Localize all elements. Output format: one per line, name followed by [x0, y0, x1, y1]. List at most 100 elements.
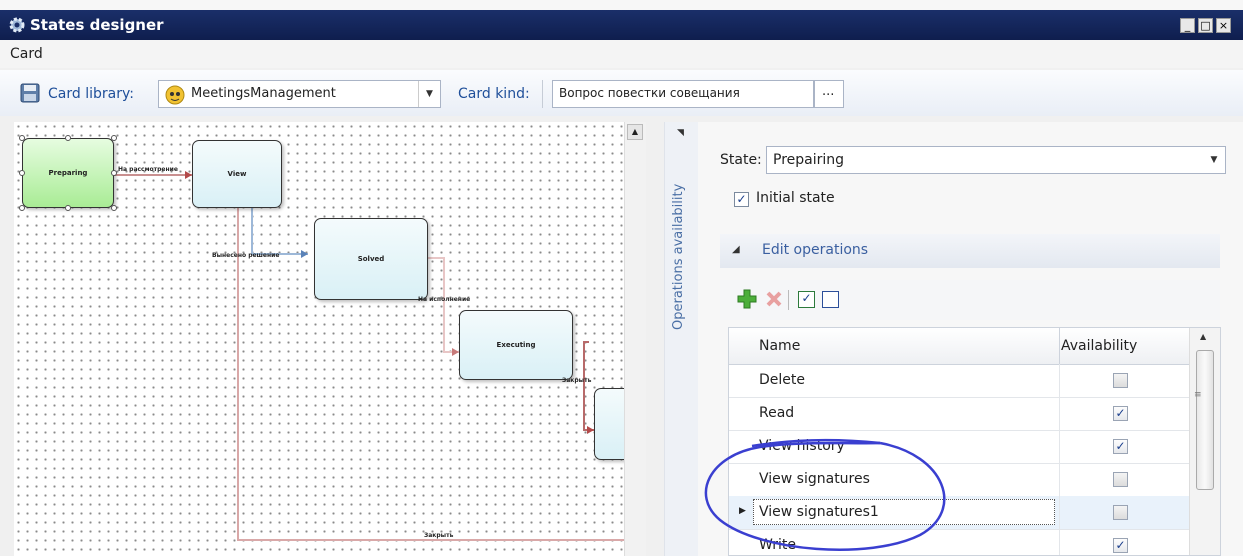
availability-checkbox[interactable]: ✓ — [1113, 406, 1128, 421]
card-library-value: MeetingsManagement — [191, 86, 336, 101]
operation-name: Write — [759, 537, 796, 553]
availability-checkbox[interactable]: ✓ — [1113, 439, 1128, 454]
arrow-icon — [587, 426, 594, 434]
gear-icon — [9, 17, 25, 33]
column-divider — [1059, 430, 1060, 463]
state-value: Prepairing — [773, 152, 845, 168]
resize-handle[interactable] — [65, 135, 71, 141]
operation-name: View history — [759, 438, 845, 454]
column-divider — [1059, 328, 1060, 364]
splitter[interactable] — [646, 122, 664, 556]
resize-handle[interactable] — [19, 170, 25, 176]
table-row[interactable]: View history ✓ — [729, 430, 1189, 464]
arrow-icon — [301, 250, 308, 258]
resize-handle[interactable] — [65, 205, 71, 211]
window-title: States designer — [30, 16, 164, 34]
arrow-icon — [185, 171, 192, 179]
transition-label: Вынесено решение — [212, 252, 280, 259]
uncheck-all-icon[interactable] — [822, 291, 839, 308]
delete-icon[interactable] — [764, 289, 784, 309]
card-kind-field[interactable]: Вопрос повестки совещания — [552, 80, 814, 108]
state-node-executing[interactable]: Executing — [459, 310, 573, 380]
arrow-icon — [452, 348, 459, 356]
column-divider — [1059, 463, 1060, 496]
card-kind-browse-button[interactable]: ... — [814, 80, 844, 108]
table-row[interactable]: View signatures — [729, 463, 1189, 497]
column-availability[interactable]: Availability — [1061, 338, 1137, 354]
menu-card[interactable]: Card — [10, 46, 43, 62]
resize-handle[interactable] — [19, 135, 25, 141]
table-row[interactable]: Delete — [729, 364, 1189, 398]
resize-handle[interactable] — [111, 205, 117, 211]
operation-name: View signatures — [759, 471, 870, 487]
library-icon — [165, 85, 185, 105]
table-row[interactable]: Read ✓ — [729, 397, 1189, 431]
state-node-view[interactable]: View — [192, 140, 282, 208]
toolbar-separator — [788, 290, 789, 310]
operations-grid: Name Availability Delete Read ✓ View his… — [728, 327, 1221, 556]
toolbar: Card library: MeetingsManagement ▼ Card … — [0, 70, 1243, 116]
canvas-scrollbar[interactable]: ▲ — [624, 122, 646, 556]
resize-handle[interactable] — [111, 170, 117, 176]
scroll-up-icon[interactable]: ▲ — [1200, 332, 1206, 341]
scroll-up-icon[interactable]: ▲ — [627, 124, 643, 140]
table-row[interactable]: Write ✓ — [729, 529, 1189, 555]
card-kind-value: Вопрос повестки совещания — [559, 86, 740, 100]
pin-icon[interactable]: ◥ — [677, 128, 684, 138]
operation-name: Delete — [759, 372, 805, 388]
transition-label: Закрыть — [562, 377, 592, 384]
grid-scrollbar[interactable]: ▲ ≡ — [1189, 328, 1220, 555]
floppy-disk-icon[interactable] — [20, 83, 40, 103]
maximize-button[interactable]: □ — [1198, 18, 1213, 33]
menu-bar: Card — [0, 40, 1243, 68]
card-kind-label: Card kind: — [458, 86, 530, 102]
resize-handle[interactable] — [19, 205, 25, 211]
state-node-preparing[interactable]: Preparing — [22, 138, 114, 208]
side-tab-label: Operations availability — [671, 183, 686, 330]
state-label: State: — [720, 152, 762, 168]
collapse-triangle-icon[interactable]: ◢ — [732, 244, 740, 255]
chevron-down-icon[interactable]: ▼ — [1203, 147, 1225, 173]
transition-label: Закрыть — [424, 532, 454, 539]
availability-checkbox[interactable] — [1113, 472, 1128, 487]
row-selector-icon: ▶ — [739, 506, 746, 516]
transition-label: На рассмотрение — [118, 166, 178, 173]
add-icon[interactable] — [736, 288, 758, 310]
card-library-label: Card library: — [48, 86, 134, 102]
grip-icon: ≡ — [1194, 390, 1202, 400]
chevron-down-icon[interactable]: ▼ — [418, 81, 440, 107]
state-node-solved[interactable]: Solved — [314, 218, 428, 300]
operations-toolbar: ✓ — [720, 280, 1220, 320]
card-library-select[interactable]: MeetingsManagement ▼ — [158, 80, 441, 108]
initial-state-label: Initial state — [756, 190, 835, 206]
close-button[interactable]: × — [1216, 18, 1231, 33]
availability-checkbox[interactable] — [1113, 373, 1128, 388]
initial-state-checkbox[interactable]: ✓ — [734, 192, 749, 207]
column-divider — [1059, 364, 1060, 397]
scroll-thumb[interactable] — [1196, 350, 1214, 490]
availability-checkbox[interactable]: ✓ — [1113, 538, 1128, 553]
transition-label: На исполнение — [418, 296, 471, 303]
column-name[interactable]: Name — [759, 338, 800, 354]
minimize-button[interactable]: _ — [1180, 18, 1195, 33]
column-divider — [1059, 496, 1060, 529]
state-select[interactable]: Prepairing ▼ — [766, 146, 1226, 174]
edit-operations-header[interactable]: ◢ Edit operations — [720, 234, 1220, 268]
toolbar-separator — [542, 80, 543, 108]
grid-header: Name Availability — [729, 328, 1220, 365]
diagram-canvas[interactable]: Preparing View Solved Executing На рассм… — [14, 122, 624, 556]
top-strip — [0, 0, 1243, 10]
side-tab[interactable]: ◥ Operations availability — [664, 122, 698, 556]
column-divider — [1059, 529, 1060, 555]
properties-panel: State: Prepairing ▼ ✓ Initial state ◢ Ed… — [698, 122, 1243, 556]
operation-name: Read — [759, 405, 795, 421]
table-row[interactable]: ▶ View signatures1 — [729, 496, 1189, 530]
column-divider — [1059, 397, 1060, 430]
edit-operations-title: Edit operations — [762, 242, 869, 258]
resize-handle[interactable] — [111, 135, 117, 141]
operation-name: View signatures1 — [759, 504, 879, 520]
check-all-icon[interactable]: ✓ — [798, 291, 815, 308]
title-bar: States designer _ □ × — [0, 10, 1243, 40]
availability-checkbox[interactable] — [1113, 505, 1128, 520]
state-node-partial[interactable] — [594, 388, 624, 460]
